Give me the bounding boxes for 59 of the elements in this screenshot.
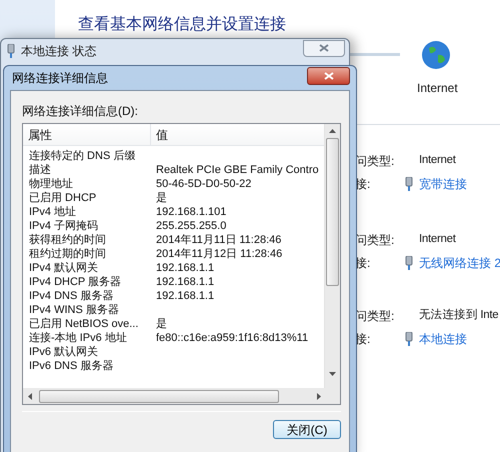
plug-icon <box>405 256 413 270</box>
details-list[interactable] <box>22 123 341 405</box>
group-label: 网络连接详细信息(D): <box>22 103 139 120</box>
property-cell-text: 物理地址 <box>28 176 74 192</box>
column-header[interactable]: 值 <box>151 124 324 145</box>
property-cell-text: 连接特定的 DNS 后缀 <box>28 148 136 164</box>
property-cell-text: 已启用 DHCP <box>28 190 98 206</box>
scroll-right-icon <box>317 392 321 400</box>
value-cell-text: 192.168.1.101 <box>155 204 226 220</box>
scroll-thumb[interactable] <box>326 138 339 286</box>
close-icon <box>319 44 329 52</box>
value-cell-text: 2014年11月12日 11:28:46 <box>155 246 282 262</box>
network-label: Internet <box>417 80 458 97</box>
globe-icon <box>421 40 451 70</box>
property-cell-text: 租约过期的时间 <box>28 246 107 262</box>
property-cell-text: 描述 <box>28 162 52 178</box>
value-cell-text: 是 <box>155 190 167 206</box>
scroll-up-icon <box>329 129 336 133</box>
value-cell-text: 是 <box>155 316 167 332</box>
scroll-thumb[interactable] <box>39 390 279 402</box>
value-cell-text: 50-46-5D-D0-50-22 <box>155 176 252 192</box>
horizontal-scrollbar[interactable] <box>23 388 340 404</box>
plug-icon <box>7 44 15 58</box>
network-type: Internet <box>418 153 457 168</box>
plug-icon <box>405 332 413 346</box>
scroll-down-icon <box>329 372 336 376</box>
scroll-left-icon <box>28 392 32 400</box>
property-cell-text: 连接-本地 IPv6 地址 <box>28 330 128 346</box>
plug-icon <box>405 177 413 191</box>
property-cell-text: IPv4 DNS 服务器 <box>28 288 114 304</box>
value-cell-text: fe80::c16e:a959:1f16:8d13%11 <box>155 330 308 346</box>
property-cell-text: IPv4 默认网关 <box>28 260 100 276</box>
dialog-title: 网络连接详细信息 <box>12 70 108 87</box>
value-cell-text: Realtek PCIe GBE Family Contro <box>155 162 319 178</box>
value-cell-text: 192.168.1.1 <box>155 288 214 304</box>
network-type: 无法连接到 Inte <box>418 308 498 323</box>
property-cell-text: IPv4 地址 <box>28 204 78 220</box>
value-cell-text: 2014年11月11日 11:28:46 <box>155 232 282 248</box>
property-cell-text: IPv6 DNS 服务器 <box>28 358 114 374</box>
close-dialog-button[interactable]: 关闭(C) <box>273 420 341 439</box>
property-cell-text: 获得租约的时间 <box>28 232 107 248</box>
value-cell-text: 192.168.1.1 <box>155 274 214 290</box>
dialog-title: 本地连接 状态 <box>21 43 96 60</box>
property-cell-text: 已启用 NetBIOS ove... <box>28 316 140 332</box>
close-button[interactable] <box>307 67 350 85</box>
property-cell-text: IPv4 WINS 服务器 <box>28 302 120 318</box>
vertical-scrollbar[interactable] <box>324 124 340 388</box>
connection-link[interactable]: 本地连接 <box>419 330 467 348</box>
value-cell-text: 192.168.1.1 <box>155 260 214 276</box>
value-cell-text: 255.255.255.0 <box>155 218 226 234</box>
page-heading: 查看基本网络信息并设置连接 <box>78 14 286 35</box>
connection-link[interactable]: 无线网络连接 2 <box>419 254 500 272</box>
close-icon <box>324 72 334 80</box>
column-header[interactable]: 属性 <box>23 124 151 145</box>
property-cell-text: IPv4 子网掩码 <box>28 218 100 234</box>
connection-link[interactable]: 宽带连接 <box>419 175 467 193</box>
network-type: Internet <box>418 232 457 247</box>
property-cell-text: IPv4 DHCP 服务器 <box>28 274 122 290</box>
property-cell-text: IPv6 默认网关 <box>28 344 100 360</box>
